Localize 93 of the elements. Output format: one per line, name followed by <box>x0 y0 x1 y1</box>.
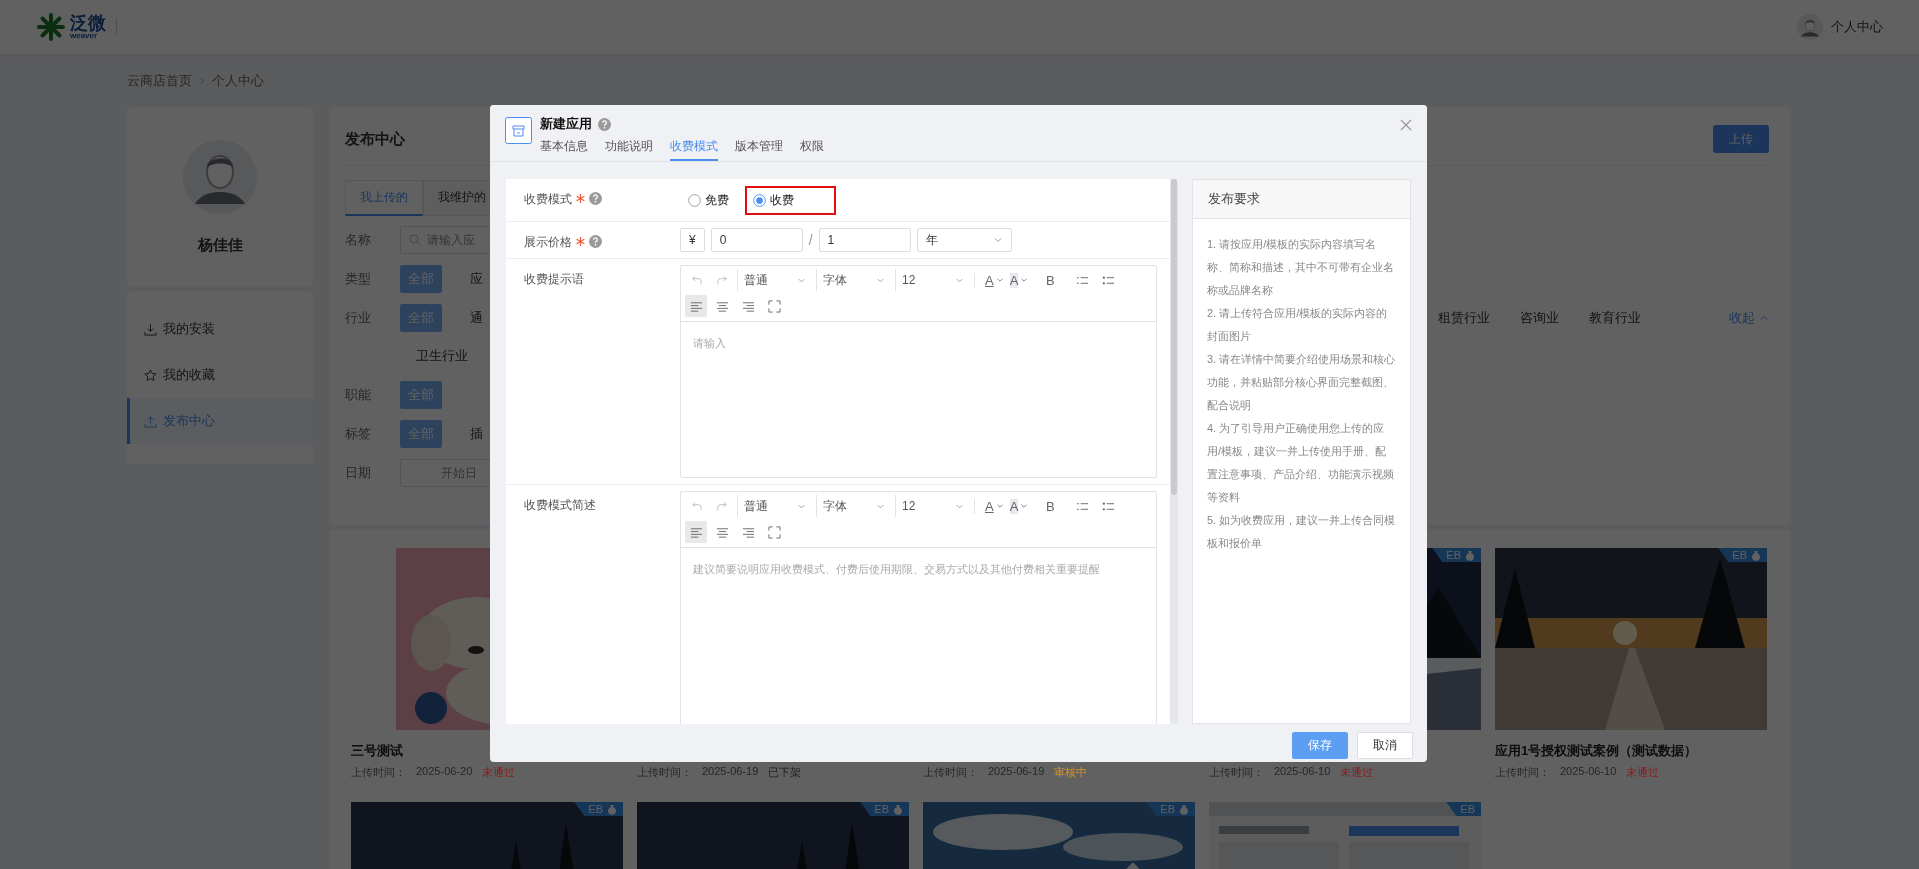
bold-button[interactable]: B <box>1039 495 1062 517</box>
filter-option[interactable]: 卫生行业 <box>408 342 476 370</box>
currency-field[interactable]: ¥ <box>680 228 705 252</box>
status-text: 已下架 <box>768 765 802 780</box>
scrollbar-thumb[interactable] <box>1171 179 1177 495</box>
dropdown[interactable]: 字体 <box>816 495 891 517</box>
field-label: 收费提示语 <box>524 271 584 288</box>
upload-date: 2025-06-10 <box>1274 765 1331 779</box>
dropdown[interactable]: 普通 <box>737 269 812 291</box>
tab[interactable]: 版本管理 <box>735 136 783 161</box>
filter-label: 名称 <box>345 232 371 247</box>
separator: / <box>808 232 813 248</box>
filter-option[interactable]: 咨询业 <box>1512 304 1567 332</box>
unit-dropdown[interactable]: 年 <box>916 228 1012 252</box>
filter-option[interactable]: 插 <box>462 420 491 448</box>
user-name: 杨佳佳 <box>197 235 243 255</box>
text-editor-input[interactable]: 请输入 <box>681 322 1156 477</box>
close-icon[interactable] <box>1400 119 1412 131</box>
status-text: 审核中 <box>1054 765 1088 780</box>
avatar-icon <box>1797 14 1823 40</box>
align-left-icon[interactable] <box>685 521 707 543</box>
align-left-icon[interactable] <box>685 295 707 317</box>
requirement-text: 2. 请上传符合应用/模板的实际内容的封面图片 <box>1207 306 1389 344</box>
logo-text: 泛微 <box>70 14 106 32</box>
user-center-link[interactable]: 个人中心 <box>1831 18 1883 36</box>
status-text: 未通过 <box>482 765 516 780</box>
requirement-text: 3. 请在详情中简要介绍使用场景和核心功能，并粘贴部分核心界面完整截图、配合说明 <box>1207 352 1396 413</box>
upload-date: 2025-06-20 <box>416 765 473 779</box>
field-label: 收费模式 <box>524 191 572 208</box>
font-color-button[interactable]: A <box>974 498 1007 514</box>
requirement-text: 4. 为了引导用户正确使用您上传的应用/模板，建议一并上传使用手册、配置注意事项、产品介绍、功能演示视频等资料 <box>1207 421 1395 505</box>
card-title: 应用1号授权测试案例（测试数据） <box>1495 743 1698 758</box>
chevron-icon <box>995 276 1004 284</box>
chevron-icon <box>995 502 1004 510</box>
collapse-toggle[interactable]: 收起 <box>1729 309 1769 327</box>
chevron-icon <box>1020 502 1029 510</box>
menu-item[interactable]: 我的收藏 <box>127 352 313 398</box>
dropdown[interactable]: 普通 <box>737 495 812 517</box>
eb-badge: EB <box>1718 548 1767 562</box>
highlight-button[interactable]: A <box>1006 498 1032 514</box>
highlight-button[interactable]: A <box>1006 272 1032 288</box>
tab[interactable]: 权限 <box>800 136 824 161</box>
menu-item[interactable]: 我的安装 <box>127 306 313 352</box>
dropdown[interactable]: 12 <box>895 269 970 291</box>
text-editor-input[interactable]: 建议简要说明应用收费模式、付费后使用期限、交易方式以及其他付费相关重要提醒 <box>681 548 1156 724</box>
panel-title: 发布要求 <box>1208 191 1260 206</box>
filter-label: 职能 <box>345 387 371 402</box>
filter-option[interactable]: 应 <box>462 265 491 293</box>
bold-button[interactable]: B <box>1039 269 1062 291</box>
eb-badge: EB <box>1146 802 1195 816</box>
search-icon <box>409 234 421 246</box>
dialog-title: 新建应用 <box>540 115 592 133</box>
requirement-text: 1. 请按应用/模板的实际内容填写名称、简称和描述，其中不可带有企业名称或品牌名称 <box>1207 237 1395 298</box>
upload-date: 2025-06-19 <box>702 765 759 779</box>
upload-date: 2025-06-10 <box>1560 765 1617 779</box>
logo-subtitle: weaver <box>70 32 98 40</box>
status-text: 未通过 <box>1626 765 1660 780</box>
download-icon <box>144 322 157 336</box>
card-title: 三号测试 <box>351 743 403 758</box>
dropdown[interactable]: 字体 <box>816 269 891 291</box>
save-button[interactable]: 保存 <box>1292 732 1348 759</box>
chevron-icon <box>1020 276 1029 284</box>
filter-option[interactable]: 教育行业 <box>1581 304 1649 332</box>
menu-item[interactable]: 发布中心 <box>127 398 313 444</box>
star-icon <box>144 368 157 382</box>
tab[interactable]: 功能说明 <box>605 136 653 161</box>
filter-option[interactable]: 租赁行业 <box>1430 304 1498 332</box>
avatar-icon <box>183 139 257 214</box>
chevron-icon <box>992 235 1003 245</box>
logo-icon <box>36 12 66 42</box>
field-label: 展示价格 <box>524 234 572 251</box>
status-text: 未通过 <box>1340 765 1374 780</box>
requirement-text: 5. 如为收费应用，建议一并上传合同模板和报价单 <box>1207 513 1396 551</box>
price-field[interactable]: 0 <box>710 228 803 252</box>
tab[interactable]: 收费模式 <box>670 136 718 161</box>
field-label: 收费模式简述 <box>524 497 596 514</box>
caret-up-icon <box>1759 313 1769 323</box>
panel-title: 发布中心 <box>345 129 405 149</box>
dropdown[interactable]: 12 <box>895 495 970 517</box>
upload-date: 2025-06-19 <box>988 765 1045 779</box>
tab[interactable]: 基本信息 <box>540 136 588 161</box>
radio-option[interactable]: 免费 <box>680 185 737 215</box>
store-icon <box>505 117 532 144</box>
filter-option[interactable]: 通 <box>462 304 491 332</box>
eb-badge: EB <box>1432 548 1481 562</box>
eb-badge: EB <box>860 802 909 816</box>
upload-icon <box>144 414 157 428</box>
quantity-field[interactable]: 1 <box>818 228 911 252</box>
eb-badge: EB <box>574 802 623 816</box>
radio-option[interactable]: 收费 <box>745 185 836 215</box>
font-color-button[interactable]: A <box>974 272 1007 288</box>
cancel-button[interactable]: 取消 <box>1357 732 1413 759</box>
filter-label: 行业 <box>345 310 371 325</box>
